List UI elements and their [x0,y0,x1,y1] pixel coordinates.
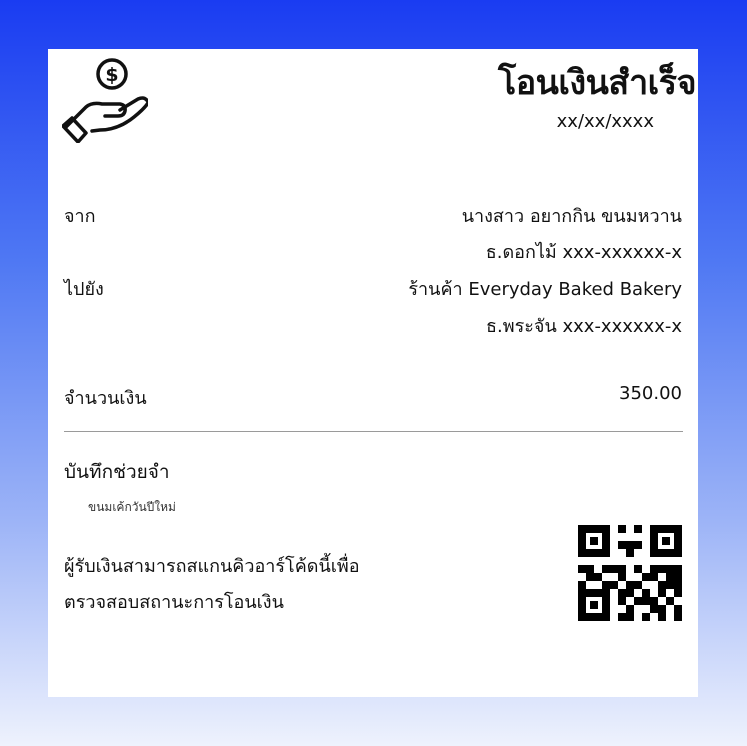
transfer-receipt-card: $ โอนเงินสำเร็จ xx/xx/xxxx จาก นางสาว อย… [48,49,698,697]
verify-instructions: ผู้รับเงินสามารถสแกนคิวอาร์โค้ดนี้เพื่อ … [64,549,360,621]
sender-name: นางสาว อยากกิน ขนมหวาน [461,206,682,227]
amount-label: จำนวนเงิน [64,388,147,409]
divider [64,431,683,432]
transfer-date: xx/xx/xxxx [556,111,654,132]
memo-label: บันทึกช่วยจำ [64,461,170,483]
to-label: ไปยัง [64,279,104,300]
recipient-account: ธ.พระจัน xxx-xxxxxx-x [486,316,682,337]
page-title: โอนเงินสำเร็จ [497,63,697,103]
recipient-name: ร้านค้า Everyday Baked Bakery [408,279,682,300]
sender-account: ธ.ดอกไม้ xxx-xxxxxx-x [485,242,682,263]
verify-line-1: ผู้รับเงินสามารถสแกนคิวอาร์โค้ดนี้เพื่อ [64,556,360,577]
memo-text: ขนมเค้กวันปีใหม่ [88,500,176,514]
svg-text:$: $ [105,64,118,86]
qr-code-icon[interactable] [578,525,682,621]
hand-holding-coin-icon: $ [62,58,148,143]
from-label: จาก [64,206,96,227]
verify-line-2: ตรวจสอบสถานะการโอนเงิน [64,592,284,613]
amount-value: 350.00 [619,383,682,404]
